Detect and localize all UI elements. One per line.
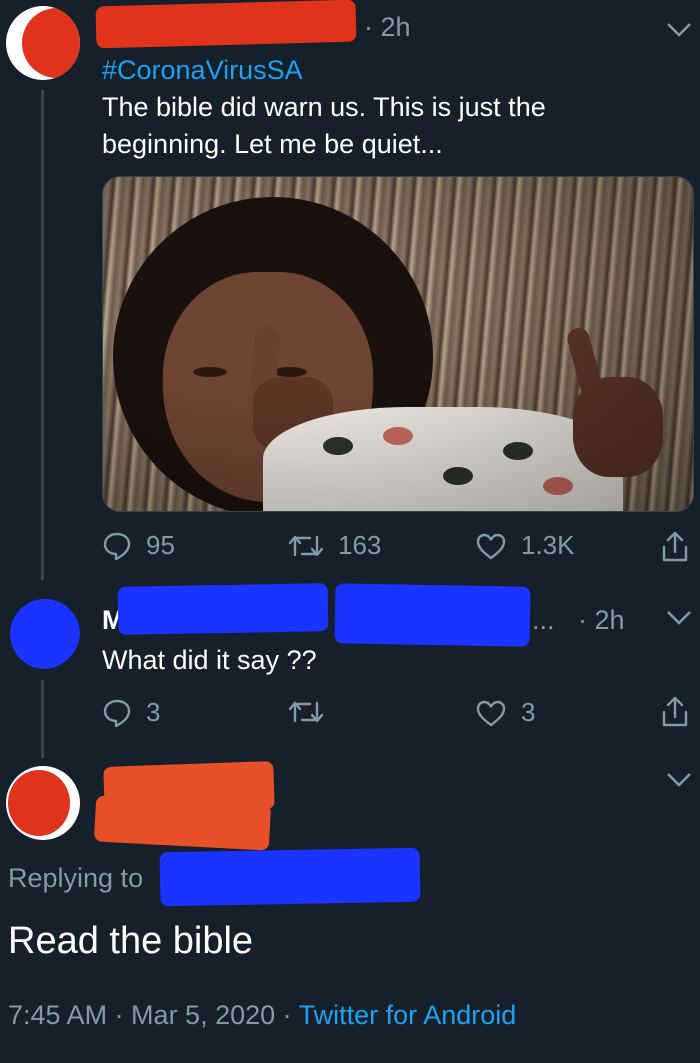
reply-button[interactable]: 95: [102, 530, 175, 561]
retweet-icon: [288, 701, 324, 723]
retweet-button[interactable]: 163: [288, 530, 381, 561]
chevron-down-icon[interactable]: [666, 772, 692, 788]
share-icon: [662, 531, 688, 562]
chevron-down-icon[interactable]: [666, 22, 692, 38]
like-count: 3: [521, 697, 536, 727]
redacted-username: [95, 0, 357, 49]
thread-line: [41, 90, 44, 580]
reply-button[interactable]: 3: [102, 697, 160, 728]
tweet-time[interactable]: · 2h: [364, 12, 411, 43]
source-app-link[interactable]: Twitter for Android: [299, 1000, 517, 1030]
avatar[interactable]: [6, 6, 80, 80]
redacted-handle: [93, 795, 272, 851]
retweet-count: 163: [338, 530, 382, 560]
redacted-handle: [334, 583, 531, 647]
reply-count: 3: [146, 697, 161, 727]
reply-icon: [103, 699, 131, 727]
tweet-timestamp: 7:45 AM · Mar 5, 2020 ·: [8, 1000, 299, 1030]
avatar[interactable]: [6, 766, 80, 840]
share-button[interactable]: [660, 530, 700, 564]
share-button[interactable]: [660, 695, 700, 729]
thread-line: [41, 680, 44, 758]
redacted-display-name: [117, 583, 329, 635]
like-icon: [476, 700, 506, 726]
avatar[interactable]: [6, 595, 80, 669]
reply-icon: [103, 532, 131, 560]
tweet-text: What did it say ??: [102, 645, 317, 675]
like-button[interactable]: 1.3K: [475, 530, 575, 561]
chevron-down-icon[interactable]: [666, 610, 692, 626]
tweet-text-line: The bible did warn us. This is just the: [102, 92, 546, 122]
share-icon: [662, 696, 688, 727]
like-count: 1.3K: [521, 530, 575, 560]
tweet-text: #CoronaVirusSA The bible did warn us. Th…: [102, 52, 546, 163]
tweet-footer: 7:45 AM · Mar 5, 2020 · Twitter for Andr…: [8, 1000, 516, 1031]
like-icon: [476, 533, 506, 559]
hashtag-link[interactable]: #CoronaVirusSA: [102, 52, 546, 89]
replying-to-label: Replying to: [8, 863, 144, 893]
tweet-media-image[interactable]: [102, 176, 694, 512]
tweet-time[interactable]: · 2h: [578, 605, 625, 636]
tweet-text: Read the bible: [8, 920, 254, 962]
redacted-reply-handle[interactable]: [159, 847, 421, 907]
retweet-icon: [288, 535, 324, 556]
like-button[interactable]: 3: [475, 697, 535, 728]
handle-ellipsis: ...: [532, 605, 555, 635]
tweet-text-line: beginning. Let me be quiet...: [102, 129, 443, 159]
retweet-button[interactable]: [288, 697, 338, 727]
reply-count: 95: [146, 530, 175, 560]
